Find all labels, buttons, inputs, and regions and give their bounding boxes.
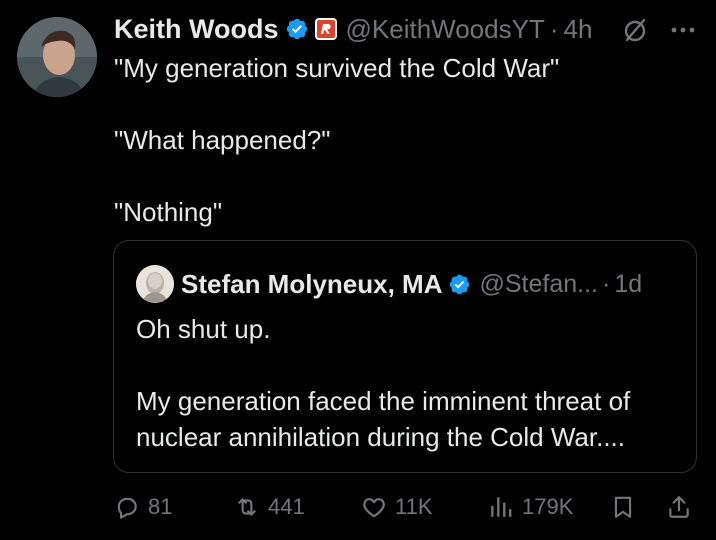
share-button[interactable] (666, 489, 692, 525)
repost-button[interactable]: 441 (234, 489, 305, 525)
views-chart-icon (491, 497, 512, 517)
post-header: Keith Woods @KeithWoodsYT · 4h (114, 10, 592, 48)
more-icon[interactable] (669, 20, 697, 40)
like-button[interactable]: 11K (361, 489, 433, 525)
post-text: "My generation survived the Cold War" "W… (114, 50, 704, 230)
grok-icon[interactable] (622, 17, 648, 43)
quoted-post-paragraph: Oh shut up. (136, 314, 271, 344)
views-count: 179K (522, 494, 574, 519)
quoted-post-timestamp[interactable]: 1d (614, 270, 642, 299)
views-button[interactable]: 179K (488, 489, 573, 525)
verified-badge-icon[interactable] (448, 273, 471, 296)
author-handle[interactable]: @KeithWoodsYT (346, 14, 545, 45)
reply-count: 81 (148, 494, 173, 519)
share-icon (669, 496, 689, 518)
author-name[interactable]: Keith Woods (114, 14, 279, 45)
header-separator: · (549, 13, 559, 44)
reply-icon (117, 497, 137, 519)
heart-icon (363, 498, 385, 518)
post-paragraph: "My generation survived the Cold War" (114, 53, 560, 83)
bookmark-icon (614, 496, 632, 518)
affiliate-badge-icon[interactable] (314, 17, 338, 41)
quoted-post-text: Oh shut up. My generation faced the immi… (136, 311, 686, 455)
quoted-header-separator: · (601, 269, 611, 298)
quoted-post-paragraph: My generation faced the imminent threat … (136, 386, 631, 452)
post-timestamp[interactable]: 4h (564, 14, 593, 45)
bookmark-button[interactable] (610, 489, 636, 525)
quoted-author-avatar[interactable] (136, 265, 174, 303)
reply-button[interactable]: 81 (114, 489, 172, 525)
quoted-author-handle[interactable]: @Stefan... (479, 270, 598, 299)
like-count: 11K (395, 494, 433, 519)
repost-icon (238, 498, 256, 516)
post-paragraph: "What happened?" (114, 125, 331, 155)
author-avatar-photo (17, 17, 97, 97)
verified-badge-icon[interactable] (285, 17, 309, 41)
author-avatar[interactable] (17, 17, 97, 97)
quoted-post-header: Stefan Molyneux, MA @Stefan... · 1d (181, 265, 642, 303)
quoted-post-card[interactable]: Stefan Molyneux, MA @Stefan... · 1d Oh s… (113, 240, 697, 473)
quoted-author-avatar-photo (136, 265, 174, 303)
quoted-author-name[interactable]: Stefan Molyneux, MA (181, 269, 442, 300)
repost-count: 441 (268, 494, 305, 519)
post-paragraph: "Nothing" (114, 197, 223, 227)
